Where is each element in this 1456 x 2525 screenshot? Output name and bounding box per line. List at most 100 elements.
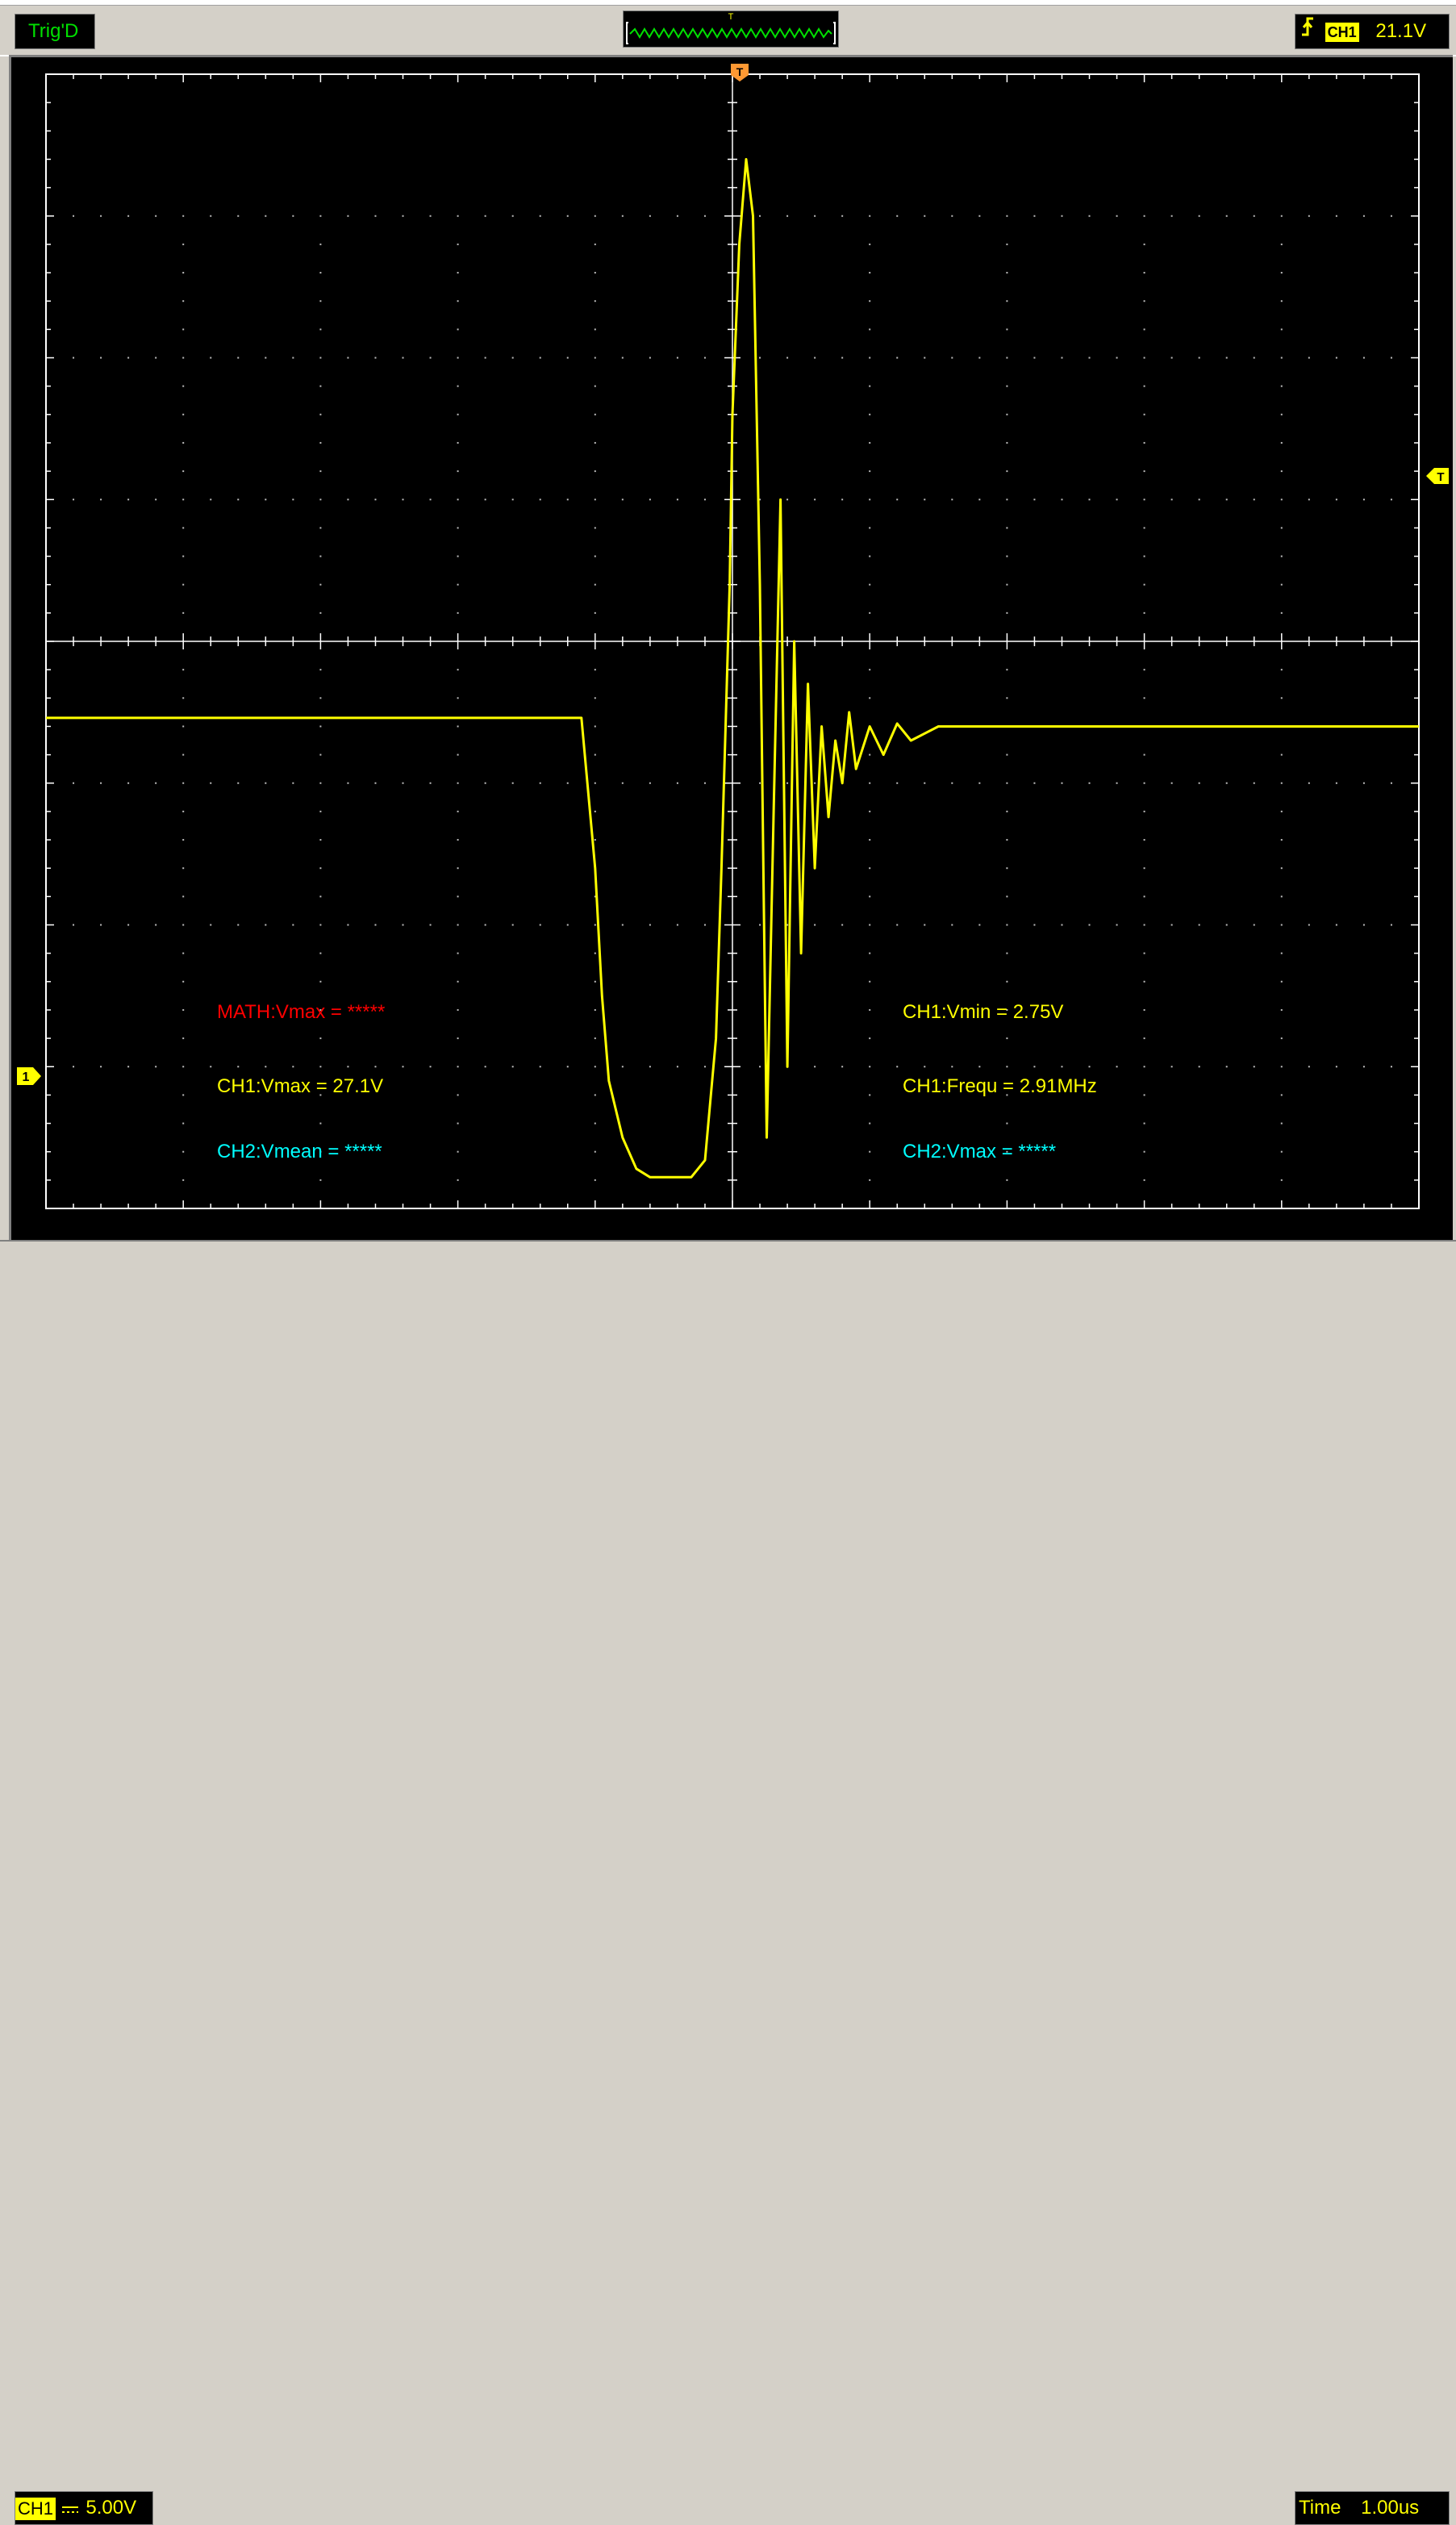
grid-dot <box>869 895 871 898</box>
trigger-position-marker[interactable]: T <box>729 62 750 87</box>
grid-dot <box>594 555 596 557</box>
grid-dot <box>402 1066 404 1068</box>
grid-dot <box>1170 215 1173 217</box>
grid-dot <box>896 499 899 501</box>
grid-dot <box>924 499 926 501</box>
svg-text:T: T <box>736 65 744 78</box>
grid-dot <box>1280 697 1283 699</box>
grid-dot <box>1280 357 1283 359</box>
grid-dot <box>1198 924 1200 926</box>
ch1-scale-box[interactable]: CH1 5.00V <box>15 2491 153 2525</box>
grid-dot <box>1061 782 1063 784</box>
grid-dot <box>1143 328 1145 331</box>
grid-dot <box>566 782 569 784</box>
grid-dot <box>155 924 157 926</box>
grid-dot <box>1143 952 1145 954</box>
grid-dot <box>457 1037 459 1040</box>
grid-dot <box>1143 272 1145 274</box>
measurement-ch1-vmax: CH1:Vmax = 27.1V <box>217 1075 384 1097</box>
grid-dot <box>1143 499 1145 501</box>
grid-dot <box>457 328 459 331</box>
grid-dot <box>1116 782 1118 784</box>
grid-dot <box>402 924 404 926</box>
grid-dot <box>649 782 651 784</box>
grid-dot <box>594 385 596 387</box>
grid-dot <box>676 782 678 784</box>
grid-dot <box>457 895 459 898</box>
grid-dot <box>182 1094 185 1096</box>
grid-dot <box>594 952 596 954</box>
grid-dot <box>1006 1066 1008 1068</box>
grid-dot <box>1143 1008 1145 1011</box>
grid-dot <box>869 555 871 557</box>
grid-dot <box>1143 1037 1145 1040</box>
grid-dot <box>182 300 185 303</box>
grid-dot <box>265 357 267 359</box>
ch1-ground-marker[interactable]: 1 <box>15 1066 43 1091</box>
grid-dot <box>457 272 459 274</box>
grid-dot <box>1143 357 1145 359</box>
trigger-info[interactable]: CH1 21.1V <box>1295 14 1450 49</box>
grid-dot <box>594 1008 596 1011</box>
grid-dot <box>319 385 322 387</box>
grid-dot <box>786 782 789 784</box>
grid-dot <box>1280 1094 1283 1096</box>
grid-dot <box>1143 669 1145 671</box>
grid-dot <box>457 867 459 870</box>
grid-dot <box>182 924 185 926</box>
grid-dot <box>1170 782 1173 784</box>
grid-dot <box>594 1150 596 1153</box>
grid-dot <box>869 243 871 245</box>
grid-dot <box>1143 300 1145 303</box>
grid-dot <box>1225 499 1228 501</box>
grid-dot <box>210 215 212 217</box>
trigger-level-marker[interactable]: T <box>1425 466 1450 490</box>
grid-dot <box>1280 669 1283 671</box>
grid-dot <box>1390 1066 1392 1068</box>
overview-trigger-letter: T <box>728 12 734 22</box>
grid-dot <box>182 328 185 331</box>
grid-dot <box>566 1066 569 1068</box>
grid-dot <box>100 215 102 217</box>
grid-dot <box>869 583 871 586</box>
grid-dot <box>1170 924 1173 926</box>
timebase-box[interactable]: Time 1.00us <box>1295 2491 1450 2525</box>
grid-dot <box>1253 215 1255 217</box>
scope-display[interactable]: T T 1 MATH:Vmax = ***** CH1:Vmax = 27.1V… <box>9 55 1453 1240</box>
grid-dot <box>649 499 651 501</box>
grid-dot <box>539 1066 541 1068</box>
grid-dot <box>759 357 761 359</box>
grid-dot <box>814 924 816 926</box>
timebase-overview-window[interactable]: T <box>623 10 839 48</box>
grid-dot <box>1143 1122 1145 1125</box>
grid-dot <box>511 499 514 501</box>
grid-dot <box>1143 810 1145 812</box>
grid-dot <box>319 697 322 699</box>
grid-dot <box>1280 1122 1283 1125</box>
grid-dot <box>978 357 981 359</box>
grid-dot <box>594 810 596 812</box>
grid-dot <box>237 499 240 501</box>
grid-dot <box>457 697 459 699</box>
grid-dot <box>402 215 404 217</box>
grid-dot <box>759 924 761 926</box>
grid-dot <box>484 215 486 217</box>
grid-dot <box>1280 867 1283 870</box>
grid-dot <box>319 441 322 444</box>
grid-dot <box>841 357 844 359</box>
grid-dot <box>265 782 267 784</box>
grid-dot <box>1362 499 1365 501</box>
grid-dot <box>457 243 459 245</box>
grid-dot <box>265 499 267 501</box>
grid-dot <box>649 1066 651 1068</box>
grid-dot <box>1225 782 1228 784</box>
grid-dot <box>1143 1066 1145 1068</box>
grid-dot <box>869 782 871 784</box>
grid-dot <box>292 215 294 217</box>
grid-dot <box>182 753 185 756</box>
grid-dot <box>319 1122 322 1125</box>
grid-dot <box>703 215 706 217</box>
grid-dot <box>1362 357 1365 359</box>
grid-dot <box>319 300 322 303</box>
grid-dot <box>1006 215 1008 217</box>
